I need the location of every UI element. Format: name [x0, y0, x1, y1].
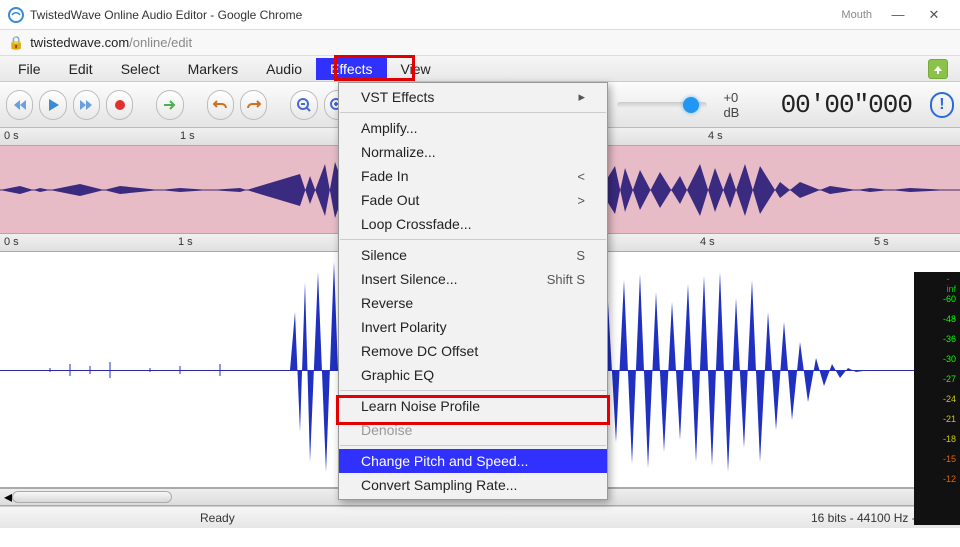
menu-separator: [340, 112, 606, 113]
play-button[interactable]: [39, 90, 66, 120]
undo-button[interactable]: [207, 90, 234, 120]
menu-item-normalize[interactable]: Normalize...: [339, 140, 607, 164]
volume-db-label: +0 dB: [723, 90, 754, 120]
menu-item-graphic-eq[interactable]: Graphic EQ: [339, 363, 607, 387]
level-meter: -inf -60 -48 -36 -30 -27 -24 -21 -18 -15…: [914, 272, 960, 525]
window-titlebar: TwistedWave Online Audio Editor - Google…: [0, 0, 960, 30]
record-button[interactable]: [106, 90, 133, 120]
menu-item-remove-dc-offset[interactable]: Remove DC Offset: [339, 339, 607, 363]
menu-item-denoise: Denoise: [339, 418, 607, 442]
menu-item-loop-crossfade[interactable]: Loop Crossfade...: [339, 212, 607, 236]
menu-item-reverse[interactable]: Reverse: [339, 291, 607, 315]
menu-item-vst-effects[interactable]: VST Effects▸: [339, 85, 607, 109]
meter-label: -12: [943, 474, 956, 484]
ruler-tick: 1 s: [178, 236, 193, 248]
menu-select[interactable]: Select: [107, 58, 174, 80]
scrollbar-thumb[interactable]: [12, 491, 172, 503]
app-icon: [8, 7, 24, 23]
menu-item-invert-polarity[interactable]: Invert Polarity: [339, 315, 607, 339]
menu-item-convert-sampling-rate[interactable]: Convert Sampling Rate...: [339, 473, 607, 497]
menu-separator: [340, 445, 606, 446]
meter-label: -24: [943, 394, 956, 404]
ruler-tick: 1 s: [180, 130, 195, 142]
redo-button[interactable]: [240, 90, 267, 120]
browser-url-bar[interactable]: 🔒 twistedwave.com/online/edit: [0, 30, 960, 56]
meter-label: -36: [943, 334, 956, 344]
volume-slider[interactable]: [617, 102, 708, 108]
menu-edit[interactable]: Edit: [55, 58, 107, 80]
menu-markers[interactable]: Markers: [174, 58, 253, 80]
go-arrow-button[interactable]: [156, 90, 183, 120]
ruler-tick: 4 s: [700, 236, 715, 248]
app-menubar: File Edit Select Markers Audio Effects V…: [0, 56, 960, 82]
fast-forward-button[interactable]: [73, 90, 100, 120]
status-ready: Ready: [200, 511, 235, 525]
meter-label: -18: [943, 434, 956, 444]
zoom-out-button[interactable]: [290, 90, 317, 120]
ruler-tick: 0 s: [4, 130, 19, 142]
menu-view[interactable]: View: [387, 58, 445, 80]
effects-dropdown: VST Effects▸ Amplify... Normalize... Fad…: [338, 82, 608, 500]
menu-item-amplify[interactable]: Amplify...: [339, 116, 607, 140]
menu-separator: [340, 239, 606, 240]
close-button[interactable]: ✕: [916, 0, 952, 30]
minimize-button[interactable]: —: [880, 0, 916, 30]
meter-label: -27: [943, 374, 956, 384]
meter-label: -60: [943, 294, 956, 304]
meter-label: -inf: [946, 274, 956, 294]
upload-icon[interactable]: [928, 59, 948, 79]
menu-separator: [340, 390, 606, 391]
url-domain: twistedwave.com: [30, 35, 129, 50]
volume-thumb[interactable]: [683, 97, 699, 113]
url-path: /online/edit: [129, 35, 192, 50]
menu-item-change-pitch-speed[interactable]: Change Pitch and Speed...: [339, 449, 607, 473]
meter-label: -21: [943, 414, 956, 424]
rewind-button[interactable]: [6, 90, 33, 120]
timecode-display: 00'00"000: [781, 90, 912, 120]
menu-audio[interactable]: Audio: [252, 58, 316, 80]
meter-label: -48: [943, 314, 956, 324]
menu-effects[interactable]: Effects: [316, 58, 387, 80]
info-button[interactable]: !: [930, 92, 954, 118]
ruler-tick: 4 s: [708, 130, 723, 142]
window-title: TwistedWave Online Audio Editor - Google…: [30, 8, 302, 22]
lock-icon: 🔒: [8, 35, 24, 51]
menu-item-learn-noise-profile[interactable]: Learn Noise Profile: [339, 394, 607, 418]
menu-item-silence[interactable]: SilenceS: [339, 243, 607, 267]
meter-label: -15: [943, 454, 956, 464]
window-label-mouth: Mouth: [841, 9, 872, 21]
scroll-left-icon[interactable]: ◂: [4, 487, 12, 507]
ruler-tick: 0 s: [4, 236, 19, 248]
meter-label: -30: [943, 354, 956, 364]
status-bar: Ready 16 bits - 44100 Hz - 05"41: [0, 506, 960, 528]
menu-item-fade-in[interactable]: Fade In<: [339, 164, 607, 188]
ruler-tick: 5 s: [874, 236, 889, 248]
menu-item-fade-out[interactable]: Fade Out>: [339, 188, 607, 212]
menu-item-insert-silence[interactable]: Insert Silence...Shift S: [339, 267, 607, 291]
menu-file[interactable]: File: [4, 58, 55, 80]
